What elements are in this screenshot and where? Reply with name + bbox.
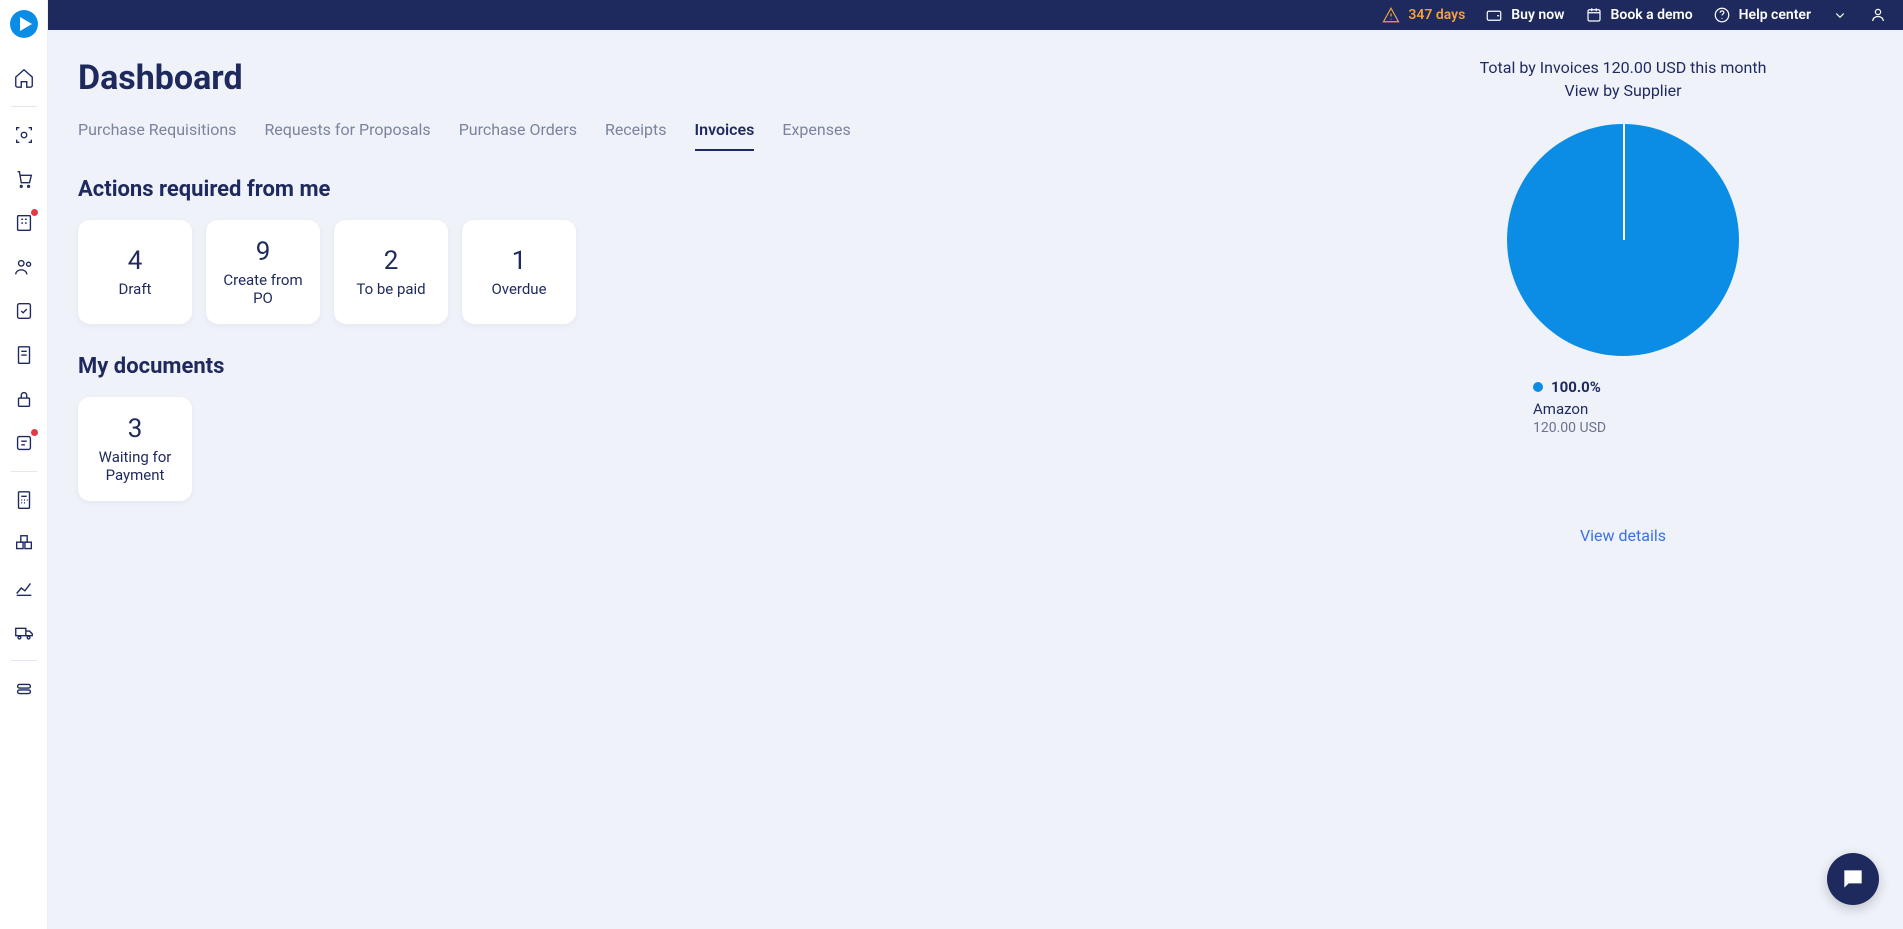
expense-icon [13,432,35,454]
chart-subtitle: View by Supplier [1393,81,1853,100]
lock-icon [13,388,35,410]
card-overdue[interactable]: 1 Overdue [462,220,576,324]
tab-expenses[interactable]: Expenses [782,120,850,151]
sidebar [0,0,48,929]
sidebar-item-scan[interactable] [0,113,48,157]
card-draft[interactable]: 4 Draft [78,220,192,324]
scan-icon [13,124,35,146]
sidebar-item-building[interactable] [0,201,48,245]
sidebar-item-checklist[interactable] [0,289,48,333]
chart-line-icon [13,577,35,599]
card-count: 9 [256,237,271,267]
chevron-down-icon [1831,6,1849,24]
sidebar-divider [11,660,37,661]
sidebar-divider [11,106,37,107]
notification-dot [31,429,38,436]
help-icon [1713,6,1731,24]
sidebar-item-receipt[interactable] [0,333,48,377]
legend-supplier-name: Amazon [1533,400,1853,418]
sidebar-item-cart[interactable] [0,157,48,201]
card-to-be-paid[interactable]: 2 To be paid [334,220,448,324]
calendar-icon [1585,6,1603,24]
pie-chart[interactable] [1507,124,1739,356]
card-count: 4 [128,246,143,276]
legend-percent: 100.0% [1551,378,1601,396]
card-count: 1 [512,246,527,276]
documents-section-title: My documents [78,354,1353,379]
cart-icon [13,168,35,190]
trial-days-text: 347 days [1408,7,1465,23]
card-label: Waiting for Payment [86,448,184,484]
chat-icon [1840,866,1866,892]
wallet-icon [1485,6,1503,24]
actions-section-title: Actions required from me [78,177,1353,202]
document-cards: 3 Waiting for Payment [78,397,1353,501]
warning-icon [1382,6,1400,24]
help-center-button[interactable]: Help center [1713,6,1811,24]
dropdown-toggle[interactable] [1831,6,1849,24]
card-label: Create from PO [214,271,312,307]
truck-icon [13,621,35,643]
book-demo-label: Book a demo [1611,7,1693,23]
card-label: To be paid [356,280,425,298]
building-icon [13,212,35,234]
tab-invoices[interactable]: Invoices [695,120,755,151]
inventory-icon [13,533,35,555]
legend-value: 120.00 USD [1533,420,1853,436]
card-label: Draft [119,280,152,298]
sidebar-item-home[interactable] [0,56,48,100]
card-label: Overdue [491,280,546,298]
app-logo[interactable] [10,10,38,38]
chat-fab[interactable] [1827,853,1879,905]
book-demo-button[interactable]: Book a demo [1585,6,1693,24]
chart-panel: Total by Invoices 120.00 USD this month … [1393,58,1873,545]
tab-rfp[interactable]: Requests for Proposals [264,120,430,151]
help-center-label: Help center [1739,7,1811,23]
sidebar-item-calculator[interactable] [0,478,48,522]
sidebar-item-lock[interactable] [0,377,48,421]
action-cards: 4 Draft 9 Create from PO 2 To be paid 1 … [78,220,1353,324]
card-count: 2 [384,246,399,276]
trial-warning[interactable]: 347 days [1382,6,1465,24]
sidebar-item-expense[interactable] [0,421,48,465]
sidebar-item-reports[interactable] [0,566,48,610]
card-count: 3 [128,414,143,444]
chart-legend: 100.0% Amazon 120.00 USD [1393,378,1853,436]
sidebar-item-users[interactable] [0,245,48,289]
tabs: Purchase Requisitions Requests for Propo… [78,120,1353,151]
legend-color-dot [1533,382,1543,392]
buy-now-label: Buy now [1511,7,1564,23]
topbar: 347 days Buy now Book a demo Help center [48,0,1903,30]
tab-purchase-requisitions[interactable]: Purchase Requisitions [78,120,236,151]
view-details-link[interactable]: View details [1580,526,1666,545]
buy-now-button[interactable]: Buy now [1485,6,1564,24]
card-waiting-payment[interactable]: 3 Waiting for Payment [78,397,192,501]
checklist-icon [13,300,35,322]
chart-title: Total by Invoices 120.00 USD this month [1393,58,1853,77]
sidebar-item-settings[interactable] [0,667,48,711]
page-title: Dashboard [78,58,1353,98]
toggles-icon [13,678,35,700]
notification-dot [31,209,38,216]
sidebar-divider [11,471,37,472]
receipt-icon [13,344,35,366]
sidebar-item-shipping[interactable] [0,610,48,654]
tab-receipts[interactable]: Receipts [605,120,667,151]
home-icon [13,67,35,89]
profile-button[interactable] [1869,6,1887,24]
user-icon [1869,6,1887,24]
tab-purchase-orders[interactable]: Purchase Orders [459,120,577,151]
sidebar-item-inventory[interactable] [0,522,48,566]
card-create-from-po[interactable]: 9 Create from PO [206,220,320,324]
calculator-icon [13,489,35,511]
users-icon [13,256,35,278]
